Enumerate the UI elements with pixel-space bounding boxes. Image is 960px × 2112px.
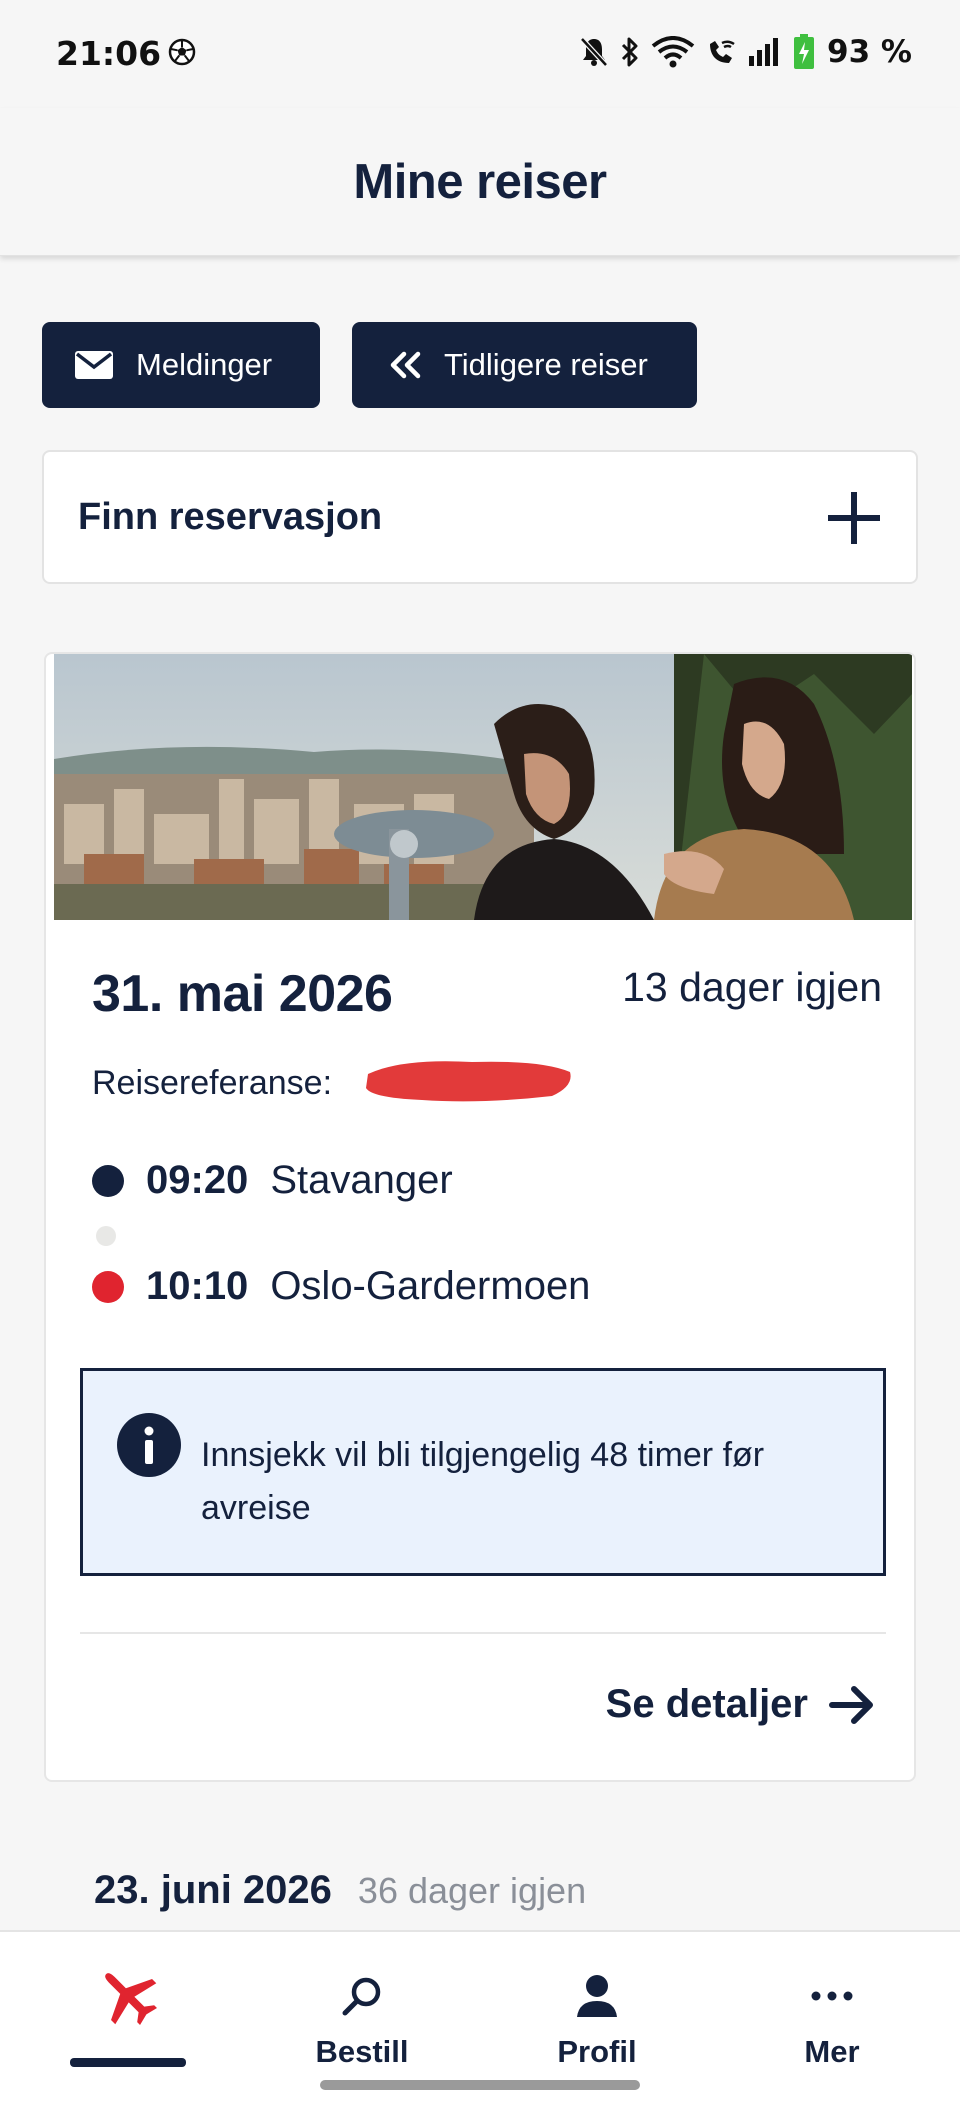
arrival-time: 10:10 <box>146 1264 249 1308</box>
more-dots-icon <box>810 1968 854 2024</box>
booking-reference-label: Reisereferanse: <box>92 1064 333 1102</box>
next-trip-date: 23. juni 2026 <box>94 1868 332 1912</box>
nav-book[interactable]: Bestill <box>262 1932 462 2082</box>
next-trip-header[interactable]: 23. juni 2026 36 dager igjen <box>94 1868 586 1913</box>
departure-dot-icon <box>92 1164 124 1197</box>
messages-button[interactable]: Meldinger <box>42 322 320 408</box>
airplane-icon <box>93 1968 163 2025</box>
redaction-mark <box>366 1061 571 1102</box>
trip-destination-photo <box>54 654 912 920</box>
messages-label: Meldinger <box>136 347 273 382</box>
checkin-info-box: Innsjekk vil bli tilgjengelig 48 timer f… <box>80 1368 886 1576</box>
wifi-call-icon <box>710 40 735 63</box>
gesture-handle[interactable] <box>320 2080 640 2090</box>
nav-more[interactable]: Mer <box>732 1932 932 2082</box>
nav-profile[interactable]: Profil <box>497 1932 697 2082</box>
signal-icon <box>749 38 778 66</box>
next-trip-days-left: 36 dager igjen <box>357 1870 587 1911</box>
card-divider <box>80 1632 886 1634</box>
find-reservation-label: Finn reservasjon <box>78 496 383 538</box>
plus-icon[interactable] <box>824 488 884 548</box>
app-bar: Mine reiser <box>0 108 960 256</box>
previous-trips-button[interactable]: Tidligere reiser <box>352 322 697 408</box>
search-icon <box>340 1968 384 2024</box>
departure-leg: 09:20 Stavanger <box>92 1158 453 1203</box>
nav-profile-label: Profil <box>557 2034 637 2069</box>
status-bar: 21:06 93 % <box>0 0 960 108</box>
departure-time: 09:20 <box>146 1158 249 1202</box>
wifi-icon <box>651 36 695 68</box>
arrival-leg: 10:10 Oslo-Gardermoen <box>92 1264 590 1309</box>
page-title: Mine reiser <box>353 155 607 209</box>
arrival-place: Oslo-Gardermoen <box>270 1264 591 1308</box>
arrival-dot-icon <box>92 1270 124 1303</box>
departure-place: Stavanger <box>270 1158 453 1202</box>
person-icon <box>575 1968 619 2024</box>
see-details-label: Se detaljer <box>605 1682 808 1726</box>
battery-percent: 93 % <box>827 34 912 70</box>
double-chevron-left-icon <box>388 351 422 379</box>
info-icon <box>117 1413 181 1477</box>
nav-more-label: Mer <box>804 2034 860 2069</box>
arrow-right-icon <box>829 1685 873 1724</box>
previous-trips-label: Tidligere reiser <box>444 347 648 382</box>
route-midpoint-dot <box>96 1226 116 1246</box>
checkin-info-text: Innsjekk vil bli tilgjengelig 48 timer f… <box>201 1436 765 1527</box>
battery-charging-icon <box>794 34 814 69</box>
find-reservation-row[interactable]: Finn reservasjon <box>42 450 918 584</box>
trip-days-left: 13 dager igjen <box>622 964 882 1010</box>
football-icon <box>168 38 196 66</box>
envelope-icon <box>74 350 114 380</box>
bell-muted-icon <box>580 37 608 67</box>
bluetooth-icon <box>621 37 638 67</box>
trip-card[interactable]: 31. mai 2026 13 dager igjen Reisereferan… <box>44 652 916 1782</box>
nav-book-label: Bestill <box>315 2034 409 2069</box>
status-time: 21:06 <box>56 34 162 73</box>
trip-date: 31. mai 2026 <box>92 965 393 1023</box>
status-icons: 93 % <box>579 32 912 72</box>
active-tab-indicator <box>70 2058 186 2067</box>
see-details-link[interactable]: Se detaljer <box>606 1682 876 1727</box>
